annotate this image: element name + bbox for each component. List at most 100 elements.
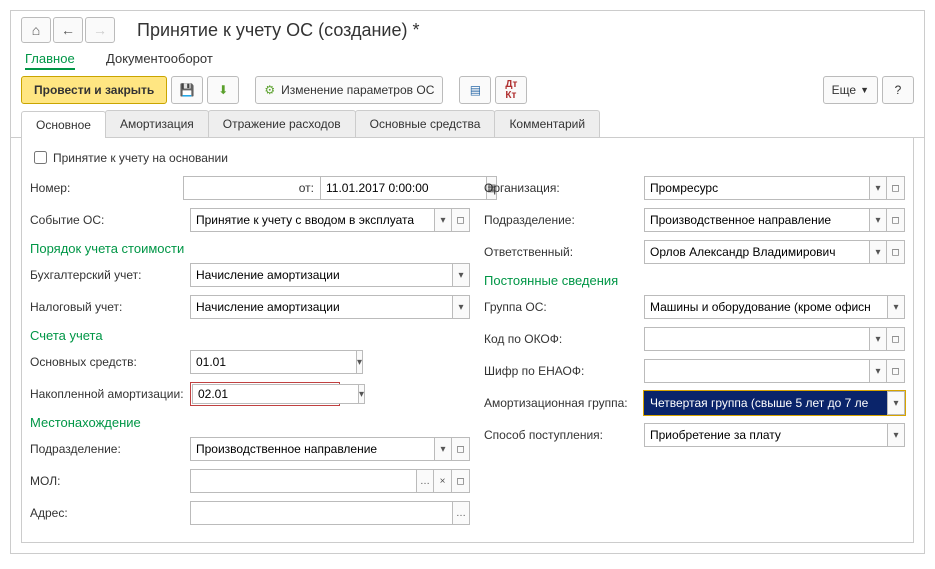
acc-am-dropdown[interactable]: ▾	[358, 384, 365, 404]
addr-more[interactable]: …	[452, 501, 470, 525]
enaof-dropdown[interactable]: ▾	[869, 359, 887, 383]
amgroup-label: Амортизационная группа:	[484, 396, 644, 410]
acc-os-dropdown[interactable]: ▾	[356, 350, 363, 374]
submit-close-button[interactable]: Провести и закрыть	[21, 76, 167, 104]
bu-input[interactable]	[190, 263, 452, 287]
income-label: Способ поступления:	[484, 428, 644, 442]
form-area: Принятие к учету на основании Номер: от:…	[21, 138, 914, 543]
amgroup-dropdown[interactable]: ▾	[887, 391, 905, 415]
addr-input[interactable]	[190, 501, 452, 525]
org-input[interactable]	[644, 176, 869, 200]
event-open[interactable]: ◻	[452, 208, 470, 232]
acc-am-input[interactable]	[192, 384, 358, 404]
tab-comment[interactable]: Комментарий	[494, 110, 600, 137]
group-input[interactable]	[644, 295, 887, 319]
chevron-down-icon: ▾	[893, 430, 898, 441]
number-label: Номер:	[30, 181, 183, 195]
org-dropdown[interactable]: ▾	[869, 176, 887, 200]
tab-assets[interactable]: Основные средства	[355, 110, 496, 137]
right-dept-dropdown[interactable]: ▾	[869, 208, 887, 232]
income-input[interactable]	[644, 423, 887, 447]
right-dept-open[interactable]: ◻	[887, 208, 905, 232]
acc-am-label: Накопленной амортизации:	[30, 387, 190, 401]
help-button[interactable]: ?	[882, 76, 914, 104]
arrow-right-icon: →	[93, 22, 107, 38]
okof-dropdown[interactable]: ▾	[869, 327, 887, 351]
tab-amort[interactable]: Амортизация	[105, 110, 209, 137]
chevron-down-icon: ▾	[893, 302, 898, 313]
mol-clear[interactable]: ×	[434, 469, 452, 493]
home-button[interactable]: ⌂	[21, 17, 51, 43]
chevron-down-icon: ▼	[860, 85, 869, 95]
save-button[interactable]: 💾	[171, 76, 203, 104]
event-dropdown[interactable]: ▾	[434, 208, 452, 232]
date-input[interactable]	[320, 176, 486, 200]
mol-input[interactable]	[190, 469, 416, 493]
chevron-down-icon: ▾	[875, 366, 880, 377]
okof-open[interactable]: ◻	[887, 327, 905, 351]
addr-label: Адрес:	[30, 506, 190, 520]
event-input[interactable]	[190, 208, 434, 232]
enaof-input[interactable]	[644, 359, 869, 383]
bu-dropdown[interactable]: ▾	[452, 263, 470, 287]
right-dept-input[interactable]	[644, 208, 869, 232]
resp-dropdown[interactable]: ▾	[869, 240, 887, 264]
report-button[interactable]: ▤	[459, 76, 491, 104]
view-tab-main[interactable]: Главное	[25, 51, 75, 70]
enaof-label: Шифр по ЕНАОФ:	[484, 364, 644, 378]
group-label: Группа ОС:	[484, 300, 644, 314]
view-tab-docflow[interactable]: Документооборот	[106, 51, 213, 66]
acc-os-label: Основных средств:	[30, 355, 190, 369]
mol-more[interactable]: …	[416, 469, 434, 493]
open-icon: ◻	[891, 366, 899, 377]
left-dept-input[interactable]	[190, 437, 434, 461]
accounts-head: Счета учета	[30, 328, 470, 343]
topbar: ⌂ ← → Принятие к учету ОС (создание) *	[11, 11, 924, 45]
left-dept-dropdown[interactable]: ▾	[434, 437, 452, 461]
income-dropdown[interactable]: ▾	[887, 423, 905, 447]
bu-label: Бухгалтерский учет:	[30, 268, 190, 282]
org-label: Организация:	[484, 181, 644, 195]
chevron-down-icon: ▾	[440, 444, 445, 455]
mol-open[interactable]: ◻	[452, 469, 470, 493]
group-dropdown[interactable]: ▾	[887, 295, 905, 319]
chevron-down-icon: ▾	[458, 302, 463, 313]
org-open[interactable]: ◻	[887, 176, 905, 200]
dtkt-button[interactable]: ДтКт	[495, 76, 527, 104]
post-button[interactable]: ⬇	[207, 76, 239, 104]
acc-os-input[interactable]	[190, 350, 356, 374]
chevron-down-icon: ▾	[875, 334, 880, 345]
amgroup-input[interactable]	[644, 391, 887, 415]
report-icon: ▤	[470, 83, 481, 97]
left-dept-open[interactable]: ◻	[452, 437, 470, 461]
enaof-open[interactable]: ◻	[887, 359, 905, 383]
nu-input[interactable]	[190, 295, 452, 319]
chevron-down-icon: ▾	[875, 215, 880, 226]
chevron-down-icon: ▾	[458, 270, 463, 281]
forward-button[interactable]: →	[85, 17, 115, 43]
more-label: Еще	[832, 83, 856, 97]
view-tabs: Главное Документооборот	[11, 45, 924, 70]
save-icon: 💾	[180, 83, 195, 97]
resp-input[interactable]	[644, 240, 869, 264]
more-button[interactable]: Еще ▼	[823, 76, 878, 104]
change-params-button[interactable]: ⚙ Изменение параметров ОС	[255, 76, 443, 104]
right-dept-label: Подразделение:	[484, 213, 644, 227]
close-icon: ×	[440, 476, 446, 487]
nu-dropdown[interactable]: ▾	[452, 295, 470, 319]
resp-open[interactable]: ◻	[887, 240, 905, 264]
tab-expenses[interactable]: Отражение расходов	[208, 110, 356, 137]
chevron-down-icon: ▾	[893, 398, 898, 409]
open-icon: ◻	[891, 334, 899, 345]
based-on-checkbox[interactable]	[34, 151, 47, 164]
ellipsis-icon: …	[456, 508, 466, 519]
location-head: Местонахождение	[30, 415, 470, 430]
left-dept-label: Подразделение:	[30, 442, 190, 456]
tab-main[interactable]: Основное	[21, 111, 106, 138]
page-title: Принятие к учету ОС (создание) *	[137, 20, 420, 41]
open-icon: ◻	[456, 476, 464, 487]
back-button[interactable]: ←	[53, 17, 83, 43]
event-label: Событие ОС:	[30, 213, 190, 227]
resp-label: Ответственный:	[484, 245, 644, 259]
okof-input[interactable]	[644, 327, 869, 351]
